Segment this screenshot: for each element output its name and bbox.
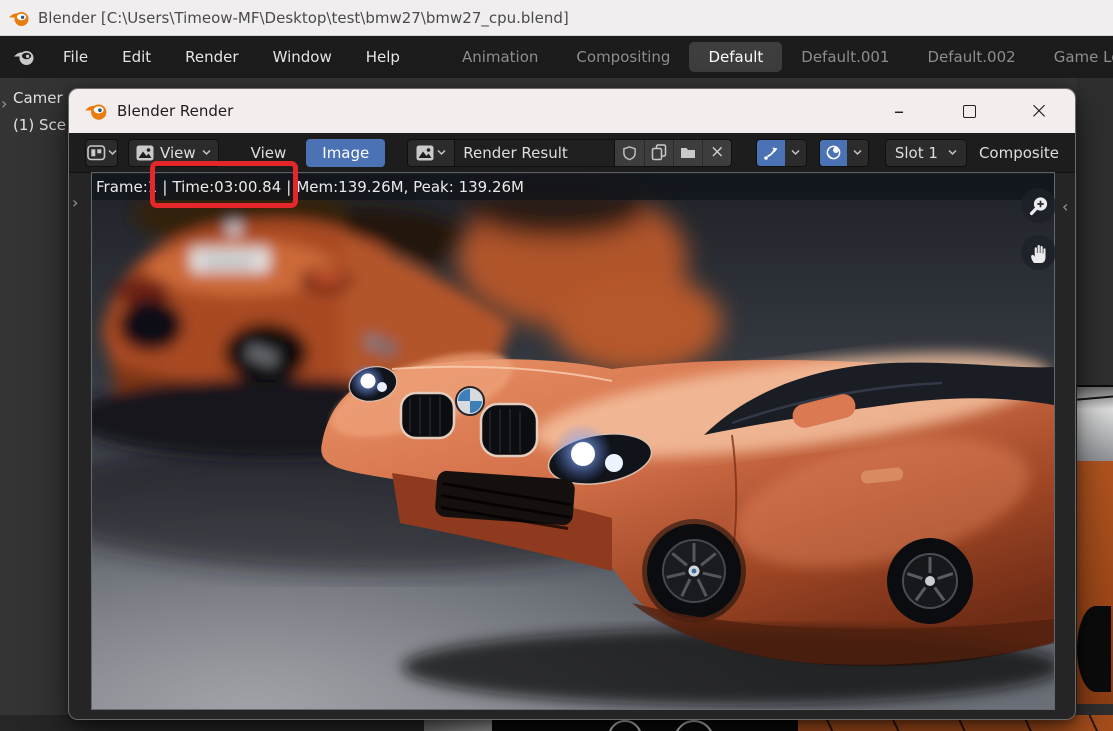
open-image-button[interactable] [673, 140, 702, 166]
blender-logo-icon [84, 100, 108, 122]
mode-label: View [160, 144, 196, 162]
pan-tool-button[interactable] [1021, 235, 1056, 270]
display-dropdown[interactable] [847, 140, 868, 166]
chevron-down-icon [437, 149, 446, 156]
minimize-button[interactable]: – [885, 89, 913, 133]
window-title: Blender [C:\Users\Timeow-MF\Desktop\test… [38, 9, 569, 27]
tab-animation[interactable]: Animation [443, 42, 557, 72]
chevron-down-icon [108, 149, 117, 156]
image-editor-content: Frame:1 | Time:03:00.84 | Mem:139.26M, Peak:… [69, 173, 1075, 720]
chevron-down-icon [853, 149, 862, 156]
sphere-icon [825, 144, 842, 161]
gizmo-dropdown[interactable] [785, 140, 806, 166]
render-stats-bar: Frame:1 | Time:03:00.84 | Mem:139.26M, Peak:… [92, 174, 1054, 200]
chevron-down-icon [948, 149, 957, 156]
maximize-button[interactable] [955, 89, 983, 133]
image-icon [416, 145, 434, 161]
render-window-titlebar[interactable]: Blender Render – × [69, 89, 1075, 133]
stat-frame: Frame:1 [96, 178, 157, 196]
tab-default-002[interactable]: Default.002 [908, 42, 1034, 72]
unlink-button[interactable]: × [702, 140, 731, 166]
pages-icon [651, 144, 667, 161]
datablock-buttons: × [615, 139, 732, 167]
slot-dropdown[interactable]: Slot 1 [885, 139, 967, 167]
image-menu[interactable]: Image [306, 139, 385, 167]
blender-menubar: File Edit Render Window Help Animation C… [0, 36, 1113, 78]
bg-car-body [1077, 461, 1113, 704]
render-pass-label[interactable]: Composite [979, 144, 1059, 162]
menu-render[interactable]: Render [168, 42, 255, 72]
editor-type-dropdown[interactable] [85, 139, 118, 167]
menu-help[interactable]: Help [349, 42, 417, 72]
tab-compositing[interactable]: Compositing [557, 42, 689, 72]
display-channels-button[interactable] [820, 140, 848, 166]
chevron-down-icon [791, 149, 800, 156]
region-expand-icon[interactable]: › [1, 94, 7, 113]
blender-menu-icon[interactable] [12, 47, 36, 67]
viewport-right-edge [1077, 78, 1113, 731]
region-expand-icon[interactable]: › [72, 193, 78, 212]
image-datablock: Render Result [407, 139, 732, 167]
image-name-field[interactable]: Render Result [455, 139, 615, 167]
chevron-down-icon [202, 149, 211, 156]
menu-edit[interactable]: Edit [105, 42, 168, 72]
stat-separator: | [162, 178, 167, 196]
workspace-tabs: Animation Compositing Default Default.00… [443, 42, 1113, 72]
close-icon: × [710, 144, 724, 161]
viewport-camera-label: Camer [13, 89, 63, 107]
stat-time: Time:03:00.84 [172, 178, 281, 196]
zoom-tool-button[interactable] [1021, 188, 1056, 223]
fake-user-button[interactable] [615, 140, 644, 166]
os-titlebar[interactable]: Blender [C:\Users\Timeow-MF\Desktop\test… [0, 0, 1113, 36]
folder-icon [680, 146, 696, 160]
viewport-scene-label: (1) Sce [13, 116, 66, 134]
gizmo-toggle [756, 139, 806, 167]
curve-arrow-icon [763, 145, 780, 161]
render-result-image [92, 173, 1054, 709]
image-icon [136, 145, 154, 161]
close-button[interactable]: × [1025, 89, 1053, 133]
stat-memory: Mem:139.26M, Peak: 139.26M [296, 178, 524, 196]
maximize-icon [963, 105, 976, 118]
image-editor-header: View View Image [69, 133, 1075, 173]
bg-car-wheel-arch [1077, 606, 1111, 692]
image-name: Render Result [463, 144, 568, 162]
menu-window[interactable]: Window [256, 42, 349, 72]
stat-separator: | [286, 178, 291, 196]
screen: Blender [C:\Users\Timeow-MF\Desktop\test… [0, 0, 1113, 731]
browse-image-button[interactable] [407, 139, 455, 167]
display-channels [819, 139, 869, 167]
hand-icon [1028, 242, 1049, 264]
menu-list: File Edit Render Window Help [46, 42, 417, 72]
shield-icon [622, 145, 637, 161]
tab-default-001[interactable]: Default.001 [782, 42, 908, 72]
render-window: Blender Render – × [68, 88, 1076, 720]
bg-wireframe-arc [674, 720, 714, 731]
gizmo-toggle-button[interactable] [757, 140, 785, 166]
tab-game-logic[interactable]: Game Logic [1035, 42, 1113, 72]
image-editor-icon [87, 145, 106, 161]
render-window-title: Blender Render [117, 102, 233, 120]
slot-label: Slot 1 [895, 144, 938, 162]
mode-dropdown[interactable]: View [128, 139, 219, 167]
menu-file[interactable]: File [46, 42, 105, 72]
blender-logo-icon [8, 8, 30, 28]
tab-default[interactable]: Default [689, 42, 782, 72]
region-collapse-icon[interactable]: ‹ [1062, 197, 1068, 216]
bg-wireframe-arc [608, 720, 642, 731]
view-menu[interactable]: View [241, 139, 297, 167]
bg-car-greenhouse [1077, 385, 1113, 461]
duplicate-button[interactable] [644, 140, 673, 166]
magnifier-plus-icon [1027, 194, 1051, 218]
